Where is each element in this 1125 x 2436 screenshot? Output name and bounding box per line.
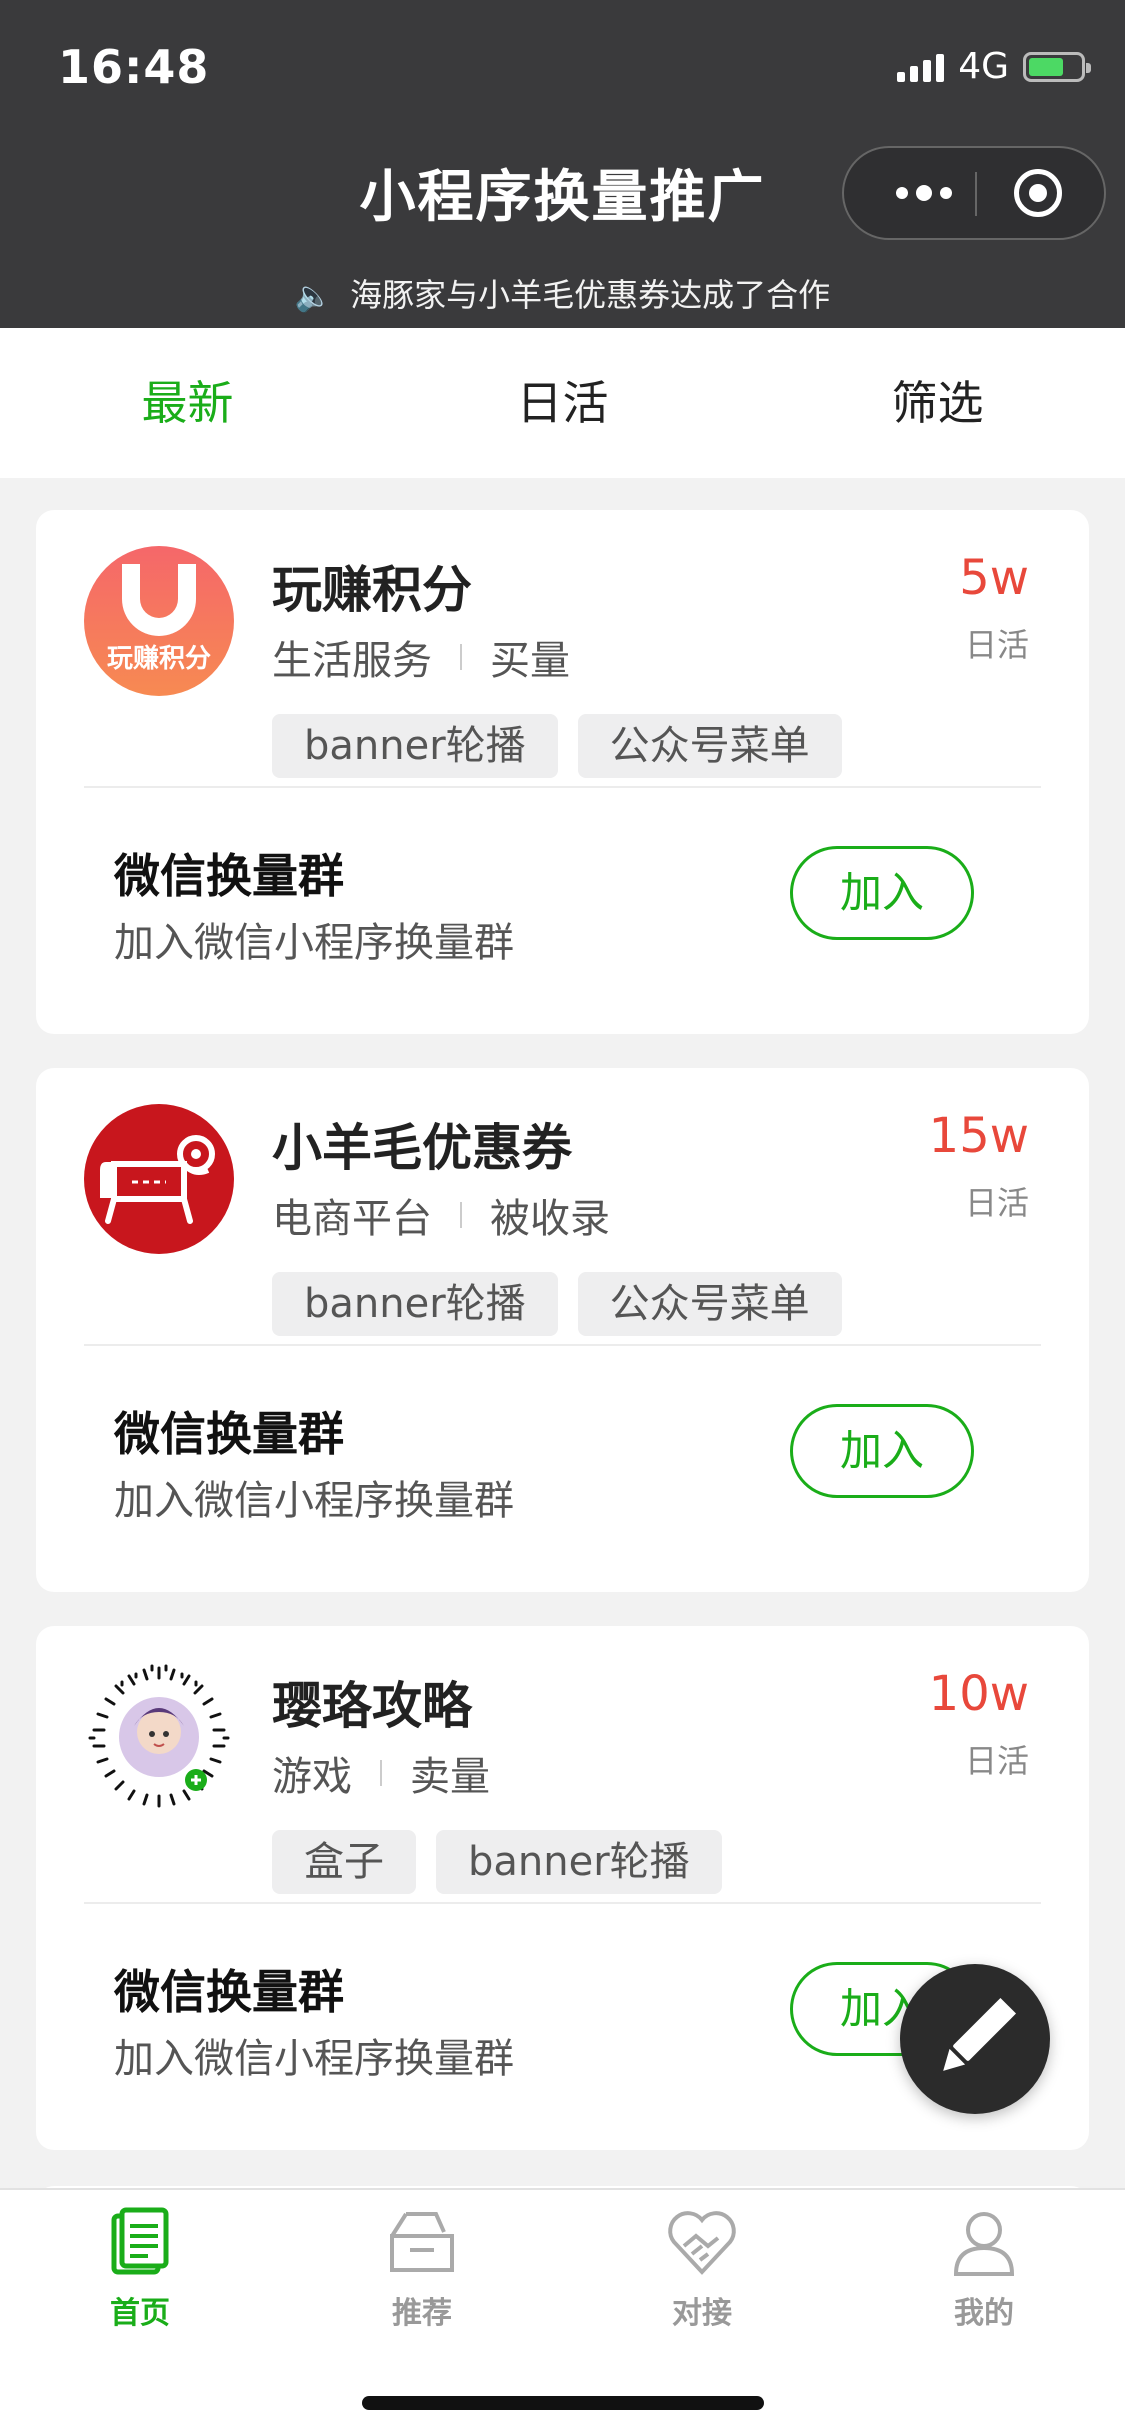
group-title: 微信换量群: [114, 1407, 344, 1461]
app-name: 璎珞攻略: [272, 1677, 472, 1735]
app-trade-type: 卖量: [410, 1754, 490, 1800]
app-name: 玩赚积分: [272, 561, 472, 619]
tabbar-item-mine[interactable]: 我的: [884, 2202, 1084, 2332]
status-time: 16:48: [58, 40, 210, 94]
app-card[interactable]: 小羊毛优惠券 电商平台 被收录 banner轮播 公众号菜单 15w 日活 微信换…: [36, 1068, 1089, 1592]
app-category: 电商平台: [272, 1196, 432, 1242]
app-card[interactable]: 玩赚积分 玩赚积分 生活服务 买量 banner轮播 公众号菜单 5w 日活 微信…: [36, 510, 1089, 1034]
divider: [84, 786, 1041, 788]
tag: 公众号菜单: [577, 714, 842, 778]
tabbar-label: 我的: [954, 2296, 1014, 2331]
user-icon: [953, 2212, 1015, 2276]
app-logo: 玩赚积分: [84, 546, 234, 696]
tabbar-item-recommend[interactable]: 推荐: [322, 2202, 522, 2332]
miniprogram-capsule: [842, 146, 1106, 240]
sort-tabs: 最新 日活 筛选: [0, 328, 1125, 478]
dau-label: 日活: [964, 1742, 1029, 1780]
group-subtitle: 加入微信小程序换量群: [114, 2036, 514, 2082]
tabbar-item-match[interactable]: 对接: [602, 2202, 802, 2332]
dau-value: 15w: [928, 1108, 1029, 1164]
app-meta: 电商平台 被收录: [272, 1186, 610, 1244]
signal-icon: [897, 52, 945, 82]
status-indicators: 4G: [897, 46, 1091, 87]
app-logo: [84, 1104, 234, 1254]
dau-label: 日活: [964, 1184, 1029, 1222]
join-button[interactable]: 加入: [790, 846, 974, 940]
inbox-icon: [390, 2212, 454, 2272]
battery-icon: [1023, 51, 1091, 82]
tag: 公众号菜单: [577, 1272, 842, 1336]
tabbar-label: 推荐: [392, 2296, 452, 2331]
dau-value: 10w: [928, 1666, 1029, 1722]
notice-text: 海豚家与小羊毛优惠券达成了合作: [350, 276, 831, 314]
tag: 盒子: [272, 1830, 416, 1894]
home-indicator: [362, 2396, 764, 2410]
join-button[interactable]: 加入: [790, 1404, 974, 1498]
tag-list: banner轮播 公众号菜单: [272, 714, 842, 778]
close-miniprogram-icon[interactable]: [1014, 169, 1062, 217]
tabbar-label: 首页: [110, 2296, 170, 2331]
pencil-icon: [943, 1997, 1017, 2071]
group-subtitle: 加入微信小程序换量群: [114, 1478, 514, 1524]
tabbar-item-home[interactable]: 首页: [40, 2202, 240, 2332]
nav-header: 16:48 4G 小程序换量推广 🔈 海豚家与小羊毛优惠券达成了合作: [0, 0, 1125, 328]
capsule-divider: [975, 172, 977, 216]
group-title: 微信换量群: [114, 849, 344, 903]
network-type: 4G: [958, 46, 1009, 87]
speaker-icon: 🔈: [294, 279, 333, 314]
app-logo: [84, 1662, 234, 1812]
notice-bar[interactable]: 🔈 海豚家与小羊毛优惠券达成了合作: [0, 270, 1125, 316]
tab-filter[interactable]: 筛选: [750, 328, 1125, 478]
tag-list: 盒子 banner轮播: [272, 1830, 722, 1894]
tag: banner轮播: [272, 1272, 558, 1336]
app-meta: 生活服务 买量: [272, 628, 570, 686]
app-name: 小羊毛优惠券: [272, 1119, 572, 1177]
app-trade-type: 买量: [490, 638, 570, 684]
tab-dau[interactable]: 日活: [375, 328, 750, 478]
edit-fab-button[interactable]: [900, 1964, 1050, 2114]
tag: banner轮播: [272, 714, 558, 778]
home-doc-icon: [111, 2207, 169, 2275]
divider: [84, 1344, 1041, 1346]
group-subtitle: 加入微信小程序换量群: [114, 920, 514, 966]
dau-label: 日活: [964, 626, 1029, 664]
tag-list: banner轮播 公众号菜单: [272, 1272, 842, 1336]
tab-latest[interactable]: 最新: [0, 328, 375, 478]
group-title: 微信换量群: [114, 1965, 344, 2019]
tabbar-label: 对接: [672, 2296, 732, 2331]
app-category: 生活服务: [272, 638, 432, 684]
app-meta: 游戏 卖量: [272, 1744, 490, 1802]
divider: [84, 1902, 1041, 1904]
app-category: 游戏: [272, 1754, 352, 1800]
app-trade-type: 被收录: [490, 1196, 610, 1242]
dau-value: 5w: [959, 550, 1029, 606]
more-menu-icon[interactable]: [884, 148, 964, 238]
tag: banner轮播: [436, 1830, 722, 1894]
handshake-heart-icon: [668, 2211, 736, 2275]
